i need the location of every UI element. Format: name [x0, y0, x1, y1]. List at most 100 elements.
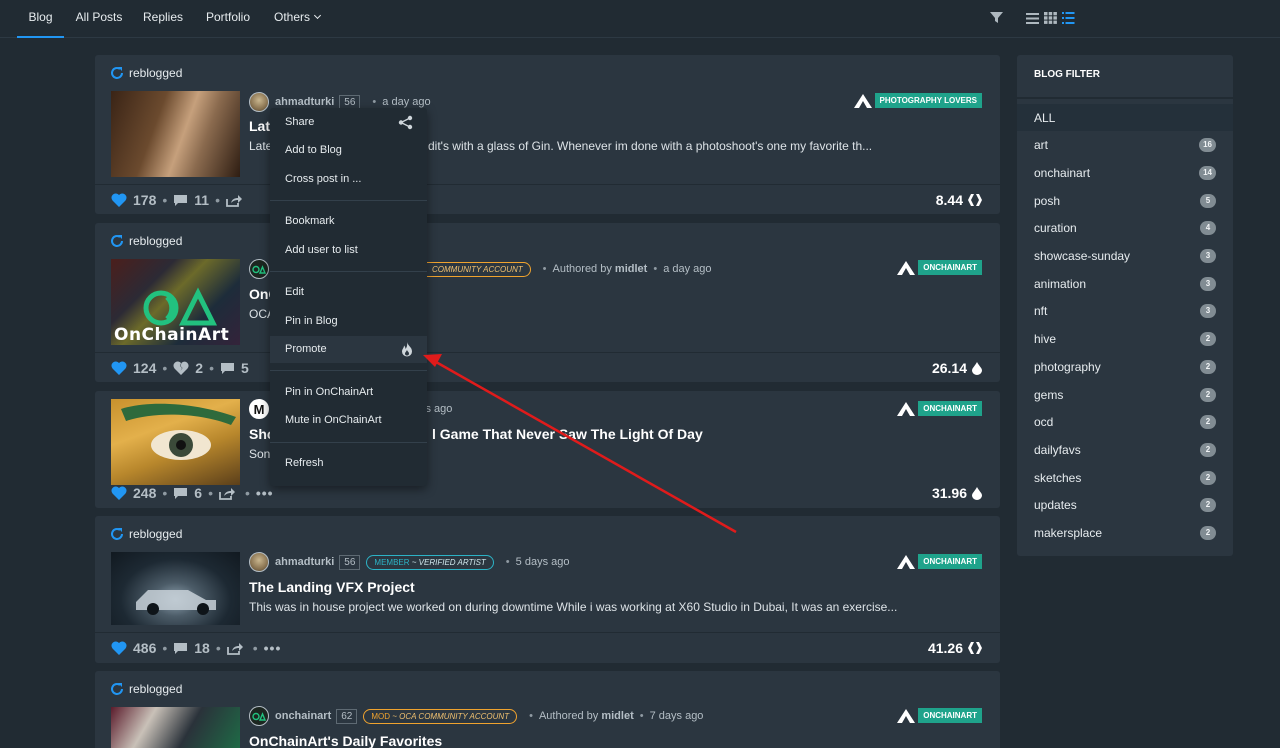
payout-amount[interactable]: 26.14 [932, 360, 982, 376]
filter-item-hive[interactable]: hive 2 [1017, 326, 1233, 353]
payout-amount[interactable]: 8.44 [936, 192, 982, 208]
payout-value: 26.14 [931, 360, 967, 376]
filter-item-ocd[interactable]: ocd 2 [1017, 409, 1233, 436]
downvote-broken-heart-icon[interactable] [173, 361, 189, 375]
comment-icon[interactable] [173, 194, 188, 207]
post-title[interactable]: Lat [249, 118, 270, 134]
payout-amount[interactable]: 41.26 [928, 640, 982, 656]
menu-item-pin-in-community[interactable]: Pin in OnChainArt [270, 379, 427, 406]
post-thumbnail[interactable] [111, 707, 240, 748]
authored-by-name[interactable]: midlet [615, 263, 647, 275]
post-title[interactable]: l Game That Never Saw The Light Of Day [432, 426, 703, 442]
filter-count-badge: 14 [1199, 165, 1216, 180]
filter-item-makersplace[interactable]: makersplace 2 [1017, 520, 1233, 547]
avatar[interactable] [249, 552, 269, 572]
menu-item-edit[interactable]: Edit [270, 279, 427, 306]
filter-item-label: dailyfavs [1034, 442, 1081, 457]
more-options-icon[interactable]: ••• [256, 485, 274, 501]
vote-count[interactable]: 486 [133, 640, 156, 656]
menu-item-refresh[interactable]: Refresh [270, 450, 427, 477]
avatar[interactable] [249, 706, 269, 726]
author-name[interactable]: onchainart [275, 710, 331, 722]
community-tag[interactable]: PHOTOGRAPHY LOVERS [853, 93, 982, 108]
list-view-icon[interactable] [1026, 13, 1039, 24]
filter-item-posh[interactable]: posh 5 [1017, 187, 1233, 214]
authored-prefix: Authored by [538, 710, 599, 722]
post-thumbnail[interactable] [111, 91, 240, 177]
comment-icon[interactable] [173, 487, 188, 500]
menu-item-add-to-blog[interactable]: Add to Blog [270, 137, 427, 164]
avatar[interactable]: M [249, 399, 269, 419]
reblog-share-icon[interactable] [226, 194, 242, 207]
post-thumbnail[interactable] [111, 399, 240, 485]
menu-item-bookmark[interactable]: Bookmark [270, 208, 427, 235]
drop-icon [972, 486, 982, 500]
post-title[interactable]: The Landing VFX Project [249, 579, 415, 595]
menu-item-cross-post[interactable]: Cross post in ... [270, 166, 427, 193]
menu-item-add-user-to-list[interactable]: Add user to list [270, 237, 427, 264]
reblog-share-icon[interactable] [219, 487, 235, 500]
filter-item-animation[interactable]: animation 3 [1017, 270, 1233, 297]
tab-others[interactable]: Others [270, 0, 324, 38]
avatar[interactable] [249, 259, 269, 279]
avatar[interactable] [249, 92, 269, 112]
tab-replies[interactable]: Replies [140, 0, 186, 38]
post-thumbnail[interactable] [111, 552, 240, 625]
filter-item-photography[interactable]: photography 2 [1017, 353, 1233, 380]
vote-count[interactable]: 124 [133, 360, 156, 376]
filter-count-badge: 3 [1200, 276, 1216, 291]
filter-item-art[interactable]: art 16 [1017, 132, 1233, 159]
filter-item-onchainart[interactable]: onchainart 14 [1017, 159, 1233, 186]
community-tag[interactable]: ONCHAINART [897, 554, 982, 569]
community-tag[interactable]: ONCHAINART [897, 708, 982, 723]
upvote-heart-icon[interactable] [111, 361, 127, 375]
upvote-heart-icon[interactable] [111, 486, 127, 500]
upvote-heart-icon[interactable] [111, 193, 127, 207]
filter-item-label: animation [1034, 276, 1087, 291]
menu-item-pin-in-blog[interactable]: Pin in Blog [270, 308, 427, 335]
post-time: a day ago [382, 96, 431, 108]
filter-item-dailyfavs[interactable]: dailyfavs 2 [1017, 436, 1233, 463]
tab-portfolio[interactable]: Portfolio [200, 0, 256, 38]
more-options-icon[interactable]: ••• [264, 640, 282, 656]
authored-by: Authored by midlet [539, 710, 634, 722]
community-tag[interactable]: ONCHAINART [897, 260, 982, 275]
menu-item-promote[interactable]: Promote [270, 336, 427, 363]
grid-view-icon[interactable] [1044, 12, 1057, 24]
separator-dot: • [653, 263, 658, 275]
post-time: 7 days ago [649, 710, 704, 722]
reblog-share-icon[interactable] [226, 642, 243, 655]
filter-item-curation[interactable]: curation 4 [1017, 215, 1233, 242]
filter-item-nft[interactable]: nft 3 [1017, 298, 1233, 325]
comment-icon[interactable] [173, 642, 188, 655]
menu-item-mute-in-community[interactable]: Mute in OnChainArt [270, 407, 427, 434]
comment-count[interactable]: 11 [194, 192, 209, 208]
compact-list-icon[interactable] [1062, 12, 1075, 24]
upvote-heart-icon[interactable] [111, 641, 127, 655]
author-name[interactable]: ahmadturki [275, 96, 334, 108]
comment-count[interactable]: 5 [241, 360, 249, 376]
comment-icon[interactable] [220, 362, 235, 375]
filter-item-all[interactable]: ALL [1017, 104, 1233, 131]
tab-all-posts[interactable]: All Posts [72, 0, 126, 38]
author-name[interactable]: ahmadturki [275, 556, 334, 568]
vote-count[interactable]: 178 [133, 192, 156, 208]
filter-item-updates[interactable]: updates 2 [1017, 492, 1233, 519]
downvote-count[interactable]: 2 [195, 360, 203, 376]
comment-count[interactable]: 6 [194, 485, 202, 501]
community-tag[interactable]: ONCHAINART [897, 401, 982, 416]
payout-amount[interactable]: 31.96 [932, 485, 982, 501]
menu-item-share[interactable]: Share [270, 109, 427, 136]
tab-label: Portfolio [205, 10, 251, 24]
tab-blog[interactable]: Blog [17, 0, 64, 38]
filter-item-sketches[interactable]: sketches 2 [1017, 464, 1233, 491]
filter-icon[interactable] [990, 11, 1003, 24]
filter-item-gems[interactable]: gems 2 [1017, 381, 1233, 408]
blog-filter-panel: BLOG FILTER ALL art 16 onchainart 14 posh 5 cur… [1017, 55, 1233, 556]
post-title[interactable]: OnChainArt's Daily Favorites [249, 733, 442, 748]
vote-count[interactable]: 248 [133, 485, 156, 501]
authored-by-name[interactable]: midlet [601, 710, 633, 722]
post-thumbnail[interactable]: OnChainArt [111, 259, 240, 345]
filter-item-showcase-sunday[interactable]: showcase-sunday 3 [1017, 243, 1233, 270]
comment-count[interactable]: 18 [194, 640, 210, 656]
